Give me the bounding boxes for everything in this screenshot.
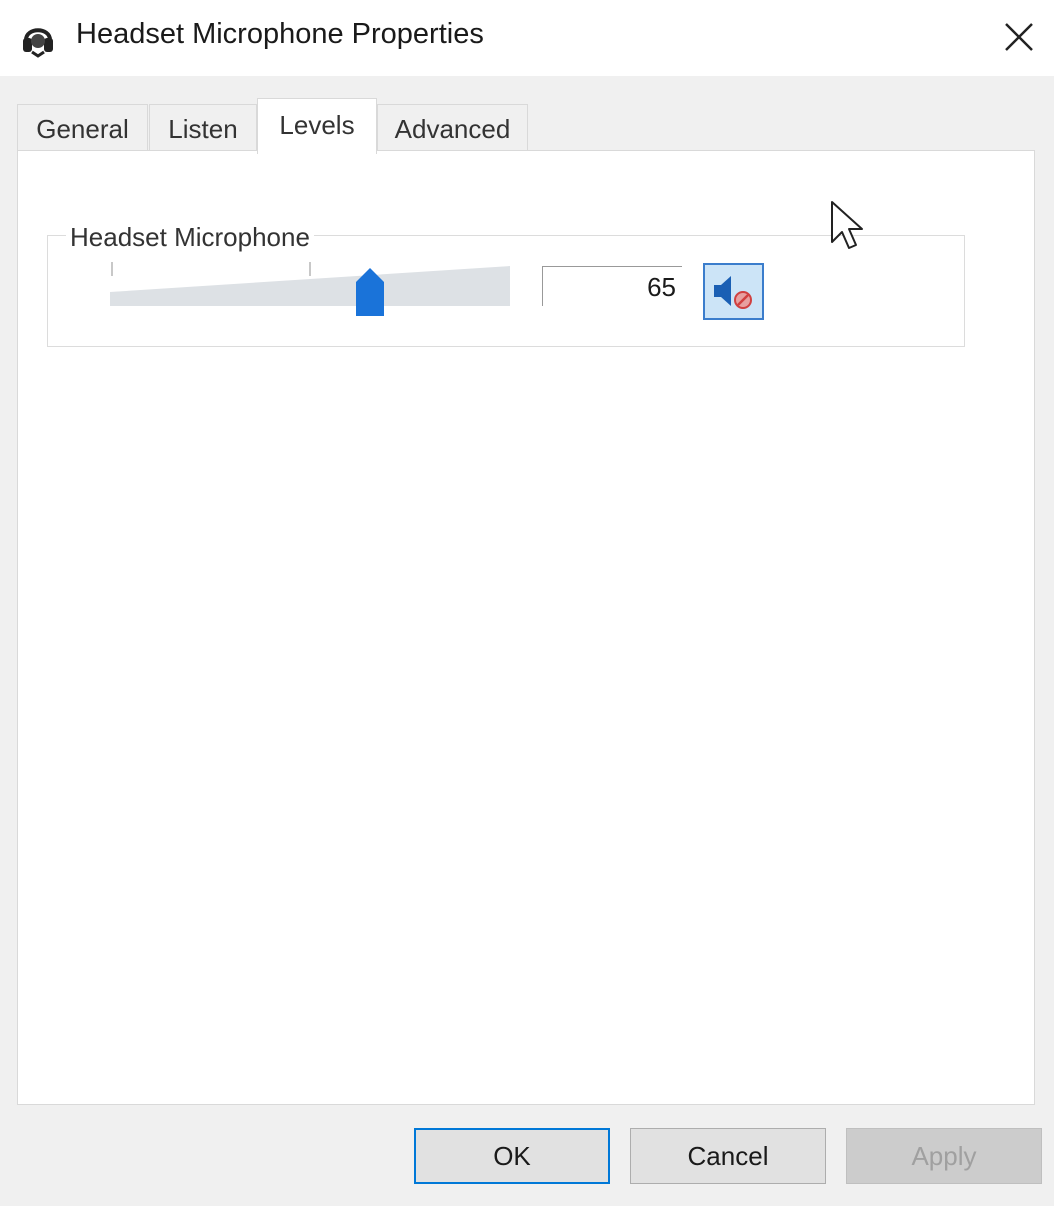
level-value-input[interactable]: 65	[542, 266, 682, 306]
apply-button[interactable]: Apply	[846, 1128, 1042, 1184]
mute-button[interactable]	[703, 263, 764, 320]
tab-advanced[interactable]: Advanced	[377, 104, 528, 152]
window-title: Headset Microphone Properties	[76, 18, 484, 50]
group-label: Headset Microphone	[66, 222, 314, 253]
level-slider[interactable]	[110, 262, 510, 320]
tab-general[interactable]: General	[17, 104, 148, 152]
headset-icon	[23, 28, 53, 58]
mouse-cursor-icon	[831, 201, 863, 249]
title-bar: Headset Microphone Properties	[0, 0, 1054, 76]
close-icon[interactable]	[990, 8, 1048, 66]
speaker-muted-icon	[714, 276, 752, 309]
ok-button[interactable]: OK	[414, 1128, 610, 1184]
cancel-button[interactable]: Cancel	[630, 1128, 826, 1184]
tab-levels[interactable]: Levels	[257, 98, 377, 154]
tab-listen[interactable]: Listen	[149, 104, 257, 152]
